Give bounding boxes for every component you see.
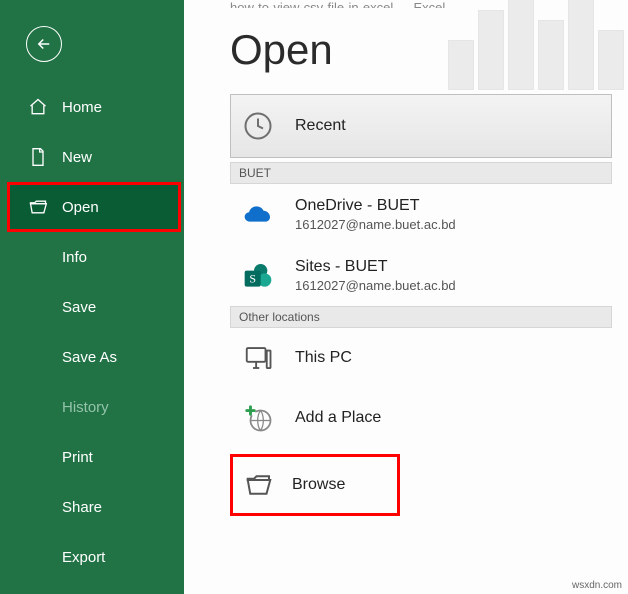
home-icon	[28, 97, 48, 117]
location-this-pc[interactable]: This PC	[230, 328, 612, 388]
svg-text:S: S	[249, 271, 256, 285]
label-sites-sub: 1612027@name.buet.ac.bd	[295, 278, 456, 293]
browse-folder-icon	[242, 468, 276, 502]
location-recent[interactable]: Recent	[230, 94, 612, 158]
watermark: wsxdn.com	[572, 580, 622, 591]
label-onedrive-title: OneDrive - BUET	[295, 197, 456, 215]
backstage-sidebar: Home New Open Info Save Save As History …	[0, 0, 184, 594]
sidebar-item-home[interactable]: Home	[0, 82, 184, 132]
location-onedrive[interactable]: OneDrive - BUET 1612027@name.buet.ac.bd	[230, 184, 612, 245]
sidebar-label-home: Home	[62, 99, 102, 116]
location-browse[interactable]: Browse	[233, 457, 397, 513]
pc-icon	[241, 341, 275, 375]
onedrive-icon	[241, 198, 275, 232]
label-sites-title: Sites - BUET	[295, 258, 456, 276]
sidebar-item-save-as[interactable]: Save As	[0, 332, 184, 382]
sharepoint-icon: S	[241, 259, 275, 293]
sidebar-item-save[interactable]: Save	[0, 282, 184, 332]
sidebar-label-open: Open	[62, 199, 99, 216]
arrow-left-icon	[35, 35, 53, 53]
sidebar-item-open[interactable]: Open	[7, 182, 181, 232]
sidebar-item-share[interactable]: Share	[0, 482, 184, 532]
label-onedrive-sub: 1612027@name.buet.ac.bd	[295, 217, 456, 232]
location-add-place[interactable]: Add a Place	[230, 388, 612, 448]
sidebar-item-export[interactable]: Export	[0, 532, 184, 582]
backstage-main: how-to-view-csv-file-in-excel — Excel Op…	[184, 0, 628, 594]
title-crumb: how-to-view-csv-file-in-excel — Excel	[184, 0, 616, 8]
sidebar-item-print[interactable]: Print	[0, 432, 184, 482]
new-file-icon	[28, 147, 48, 167]
sidebar-item-info[interactable]: Info	[0, 232, 184, 282]
label-browse: Browse	[292, 476, 345, 494]
section-header-other: Other locations	[230, 306, 612, 328]
browse-highlight: Browse	[230, 454, 400, 516]
page-title: Open	[230, 26, 616, 74]
locations-panel: Recent BUET OneDrive - BUET 1612027@name…	[230, 94, 612, 516]
section-header-buet: BUET	[230, 162, 612, 184]
label-recent: Recent	[295, 117, 346, 135]
label-addplace: Add a Place	[295, 409, 381, 427]
open-folder-icon	[28, 197, 48, 217]
add-place-icon	[241, 401, 275, 435]
label-thispc: This PC	[295, 349, 352, 367]
sidebar-item-new[interactable]: New	[0, 132, 184, 182]
sidebar-label-new: New	[62, 149, 92, 166]
back-button[interactable]	[26, 26, 62, 62]
sidebar-item-history: History	[0, 382, 184, 432]
clock-icon	[241, 109, 275, 143]
location-sites[interactable]: S Sites - BUET 1612027@name.buet.ac.bd	[230, 245, 612, 306]
